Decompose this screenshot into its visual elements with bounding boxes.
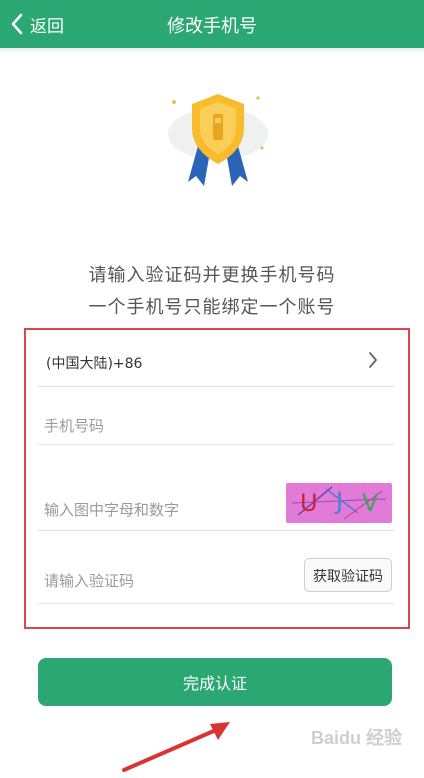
header-shadow <box>0 48 424 54</box>
region-selector[interactable]: (中国大陆)+86 <box>38 335 394 387</box>
captcha-char: V <box>362 489 379 517</box>
get-code-button[interactable]: 获取验证码 <box>304 558 392 592</box>
captcha-input[interactable] <box>44 501 264 519</box>
captcha-char: J <box>336 487 344 515</box>
captcha-image[interactable]: U J V <box>286 483 392 523</box>
red-arrow-annotation <box>118 718 238 778</box>
captcha-char: U <box>300 489 318 517</box>
top-bar: 返回 修改手机号 <box>0 0 424 48</box>
instruction-line-1: 请输入验证码并更换手机号码 <box>88 265 336 286</box>
chevron-right-icon <box>368 351 378 373</box>
captcha-row: U J V <box>38 475 394 531</box>
page-title: 修改手机号 <box>167 16 257 37</box>
watermark: Baidu 经验 <box>310 728 402 748</box>
region-value: (中国大陆)+86 <box>46 356 143 372</box>
phone-input[interactable] <box>44 417 264 435</box>
code-row: 获取验证码 <box>38 548 394 604</box>
instruction-line-2: 一个手机号只能绑定一个账号 <box>88 297 336 318</box>
verification-code-input[interactable] <box>44 572 264 590</box>
phone-row <box>38 389 394 445</box>
complete-verification-button[interactable]: 完成认证 <box>38 658 392 706</box>
shield-badge-icon <box>158 88 278 202</box>
